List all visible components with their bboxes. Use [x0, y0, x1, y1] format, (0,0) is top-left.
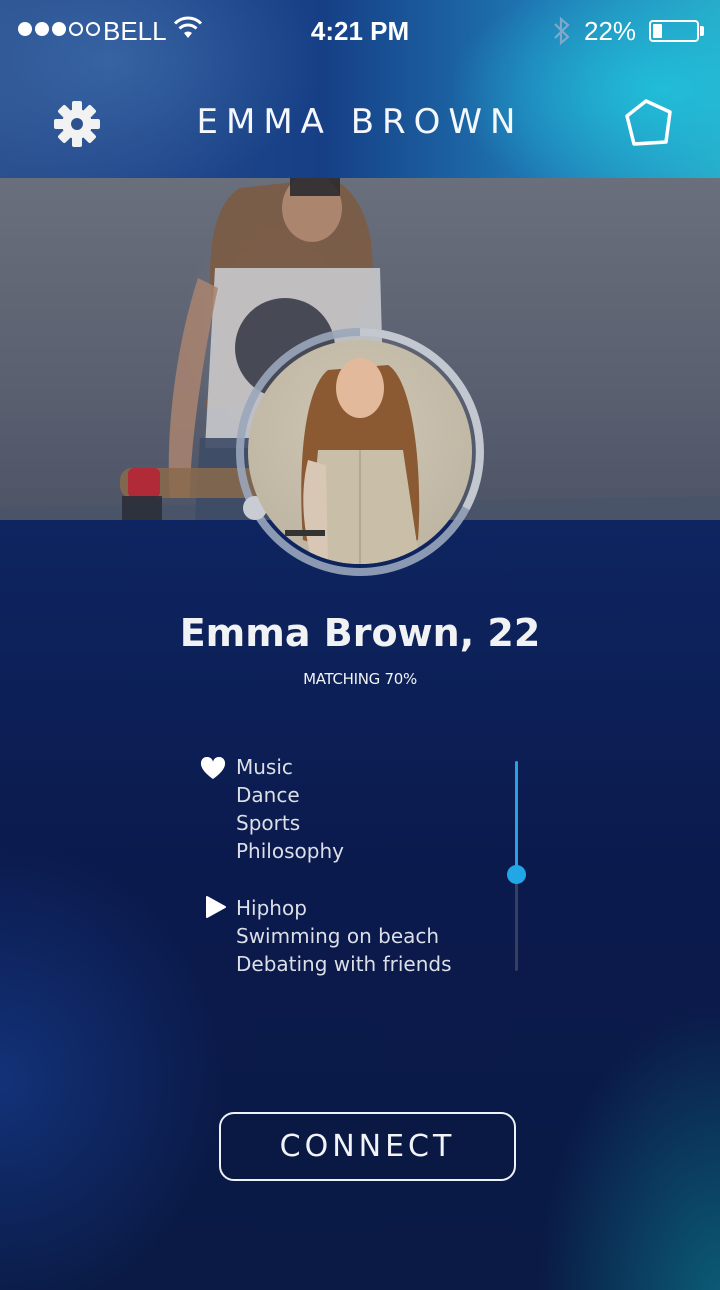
scroll-slider-thumb[interactable] [507, 865, 526, 884]
list-item: Hiphop [236, 896, 307, 920]
nav-title: EMMA BROWN [196, 102, 524, 142]
list-item: Music [236, 755, 293, 779]
likes-list: Music Dance Sports Philosophy [236, 753, 344, 865]
connect-button[interactable]: CONNECT [219, 1112, 516, 1181]
avatar-photo [248, 340, 472, 564]
list-item: Philosophy [236, 839, 344, 863]
battery-level-fill [653, 24, 662, 38]
scroll-slider-track-filled [515, 761, 518, 875]
battery-icon [649, 20, 699, 42]
matching-percentage: MATCHING 70% [303, 670, 417, 688]
scroll-slider-track[interactable] [515, 875, 518, 971]
battery-percent: 22% [584, 16, 637, 46]
battery-tip [700, 26, 704, 36]
avatar-figure [285, 358, 420, 564]
list-item: Sports [236, 811, 301, 835]
activities-list: Hiphop Swimming on beach Debating with f… [236, 894, 452, 978]
status-bar: BELL 4:21 PM 22% [0, 0, 720, 62]
profile-avatar[interactable] [234, 326, 486, 578]
header: BELL 4:21 PM 22% EMMA BROWN [0, 0, 720, 178]
pentagon-icon[interactable] [624, 98, 674, 148]
play-icon [206, 896, 226, 918]
bluetooth-icon [554, 16, 570, 46]
list-item: Dance [236, 783, 300, 807]
heart-icon [200, 757, 226, 779]
list-item: Swimming on beach [236, 924, 440, 948]
list-item: Debating with friends [236, 952, 452, 976]
profile-name: Emma Brown, 22 [179, 611, 541, 655]
nav-bar: EMMA BROWN [0, 62, 720, 178]
